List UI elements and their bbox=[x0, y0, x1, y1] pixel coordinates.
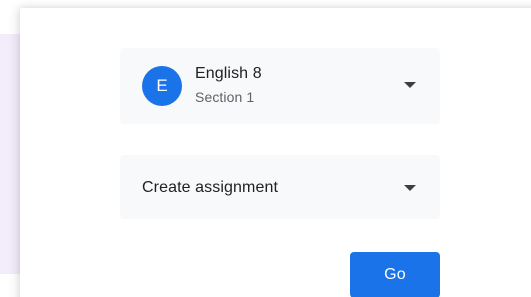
go-button[interactable]: Go bbox=[350, 252, 440, 297]
chevron-down-icon bbox=[404, 185, 416, 191]
dialog-card: E English 8 Section 1 Create assignment … bbox=[20, 8, 531, 297]
chevron-down-icon bbox=[404, 82, 416, 88]
class-avatar: E bbox=[142, 66, 182, 106]
class-section: Section 1 bbox=[195, 89, 255, 105]
class-name: English 8 bbox=[195, 65, 262, 82]
action-selected-label: Create assignment bbox=[142, 179, 278, 196]
class-avatar-letter: E bbox=[156, 76, 168, 95]
class-select-dropdown[interactable]: E English 8 Section 1 bbox=[120, 48, 440, 124]
action-select-dropdown[interactable]: Create assignment bbox=[120, 155, 440, 219]
screen: E English 8 Section 1 Create assignment … bbox=[0, 0, 531, 297]
